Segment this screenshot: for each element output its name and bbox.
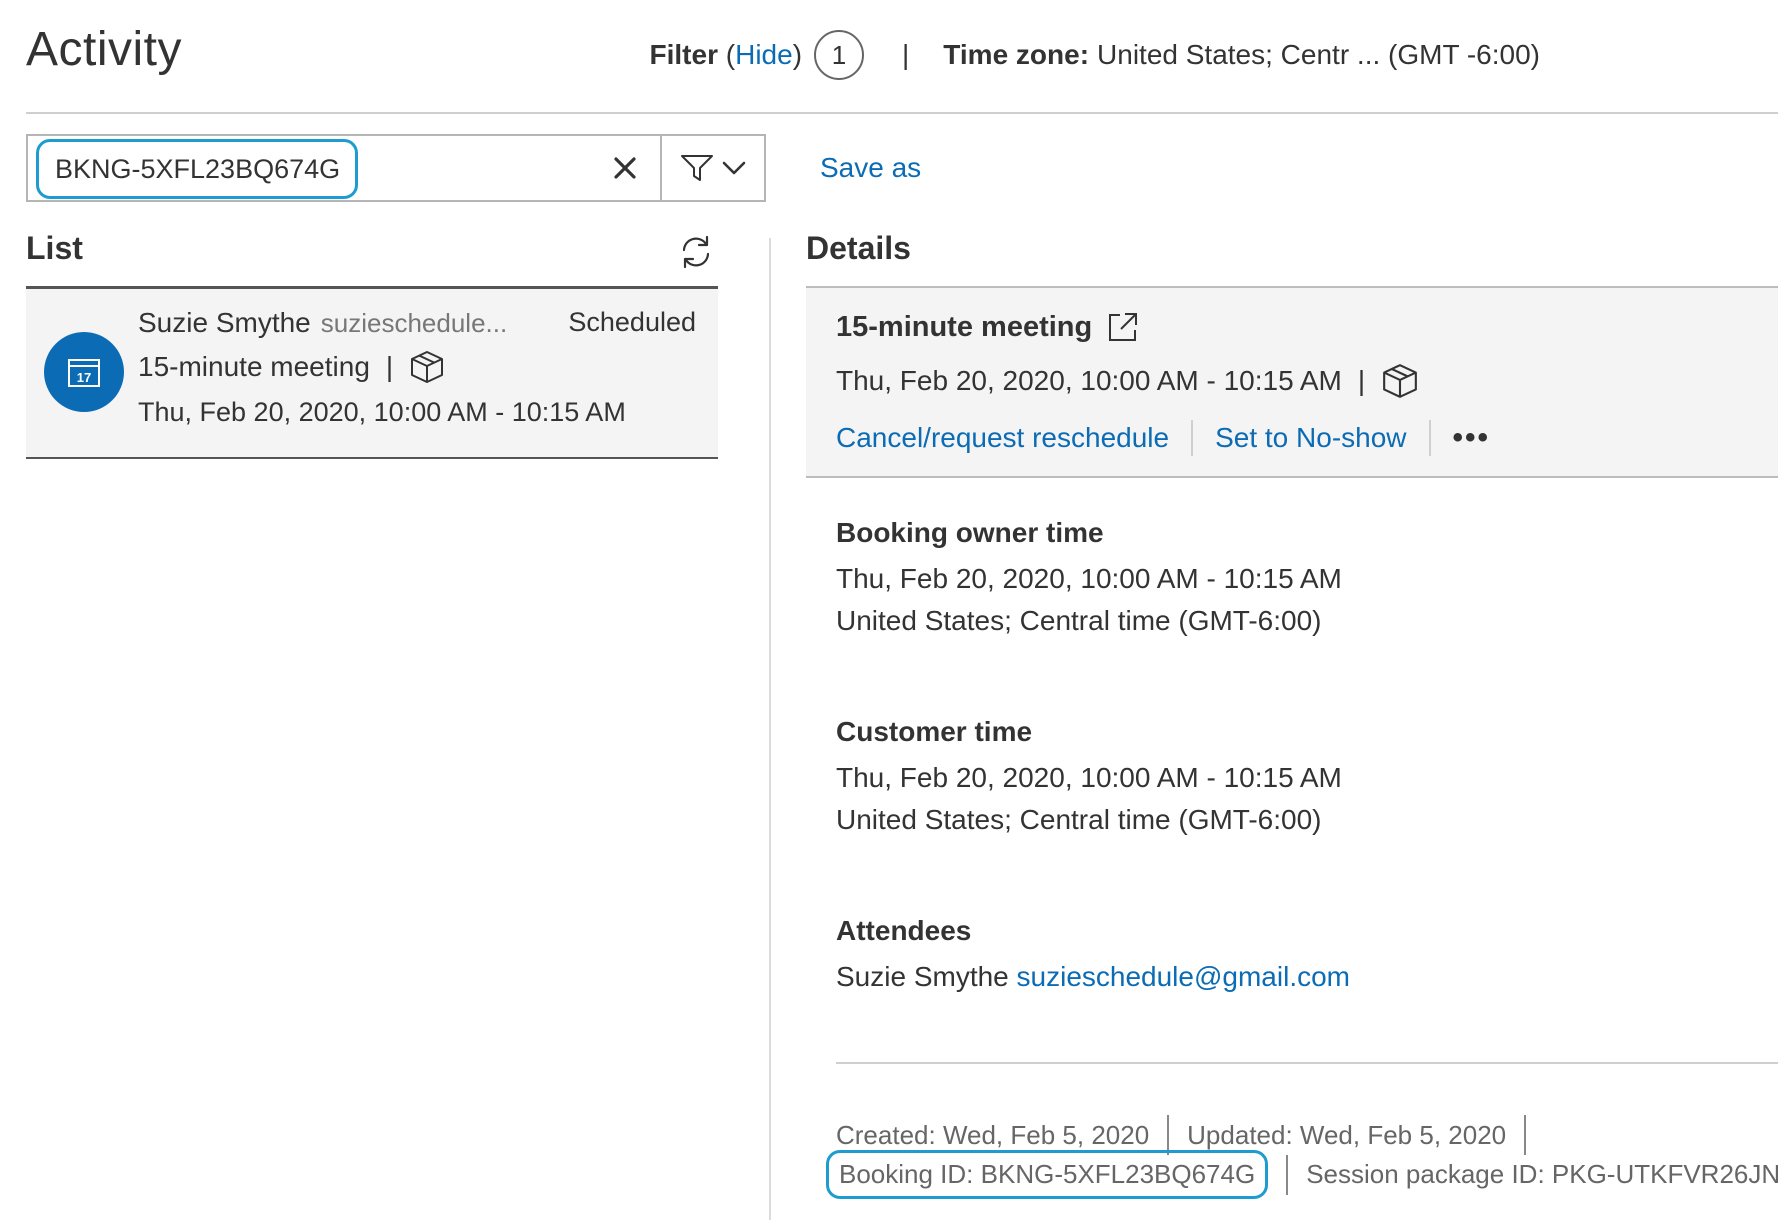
filter-icon <box>681 155 713 181</box>
status-badge: Scheduled <box>568 307 696 337</box>
refresh-icon <box>682 235 710 269</box>
booking-id: Booking ID: BKNG-5XFL23BQ674G <box>826 1150 1269 1199</box>
timezone-value[interactable]: United States; Centr ... (GMT -6:00) <box>1097 39 1540 71</box>
list-item-email: suzieschedule... <box>320 308 508 338</box>
footer-separator <box>1524 1115 1527 1155</box>
search-box <box>26 134 766 202</box>
search-value-wrap <box>28 136 590 200</box>
customer-time-heading: Customer time <box>836 716 1033 747</box>
created-date: Created: Wed, Feb 5, 2020 <box>836 1119 1150 1150</box>
list-item-separator: | <box>385 351 394 382</box>
calendar-day: 17 <box>77 370 91 385</box>
panel-divider <box>769 238 771 1220</box>
details-header: 15-minute meeting Thu, Feb 20, 2020, 10:… <box>806 288 1778 478</box>
filter-toggle[interactable]: (Hide) <box>718 39 802 71</box>
chevron-down-icon <box>722 161 746 175</box>
details-title: Details <box>806 230 911 266</box>
footer-separator <box>1286 1154 1289 1195</box>
session-package-id: Session package ID: PKG-UTKFVR26JN <box>1306 1159 1778 1189</box>
details-date-row: Thu, Feb 20, 2020, 10:00 AM - 10:15 AM | <box>836 362 1419 400</box>
customer-time-zone: United States; Central time (GMT-6:00) <box>836 804 1322 835</box>
details-meeting-title-row: 15-minute meeting <box>836 310 1140 344</box>
more-actions-button[interactable]: ••• <box>1453 421 1491 455</box>
footer-ids: Booking ID: BKNG-5XFL23BQ674G Session pa… <box>826 1150 1778 1199</box>
timezone-label: Time zone: <box>943 39 1090 70</box>
avatar: 17 <box>44 332 124 412</box>
cancel-reschedule-link[interactable]: Cancel/request reschedule <box>836 422 1169 454</box>
list-item-name: Suzie Smythe <box>138 307 311 338</box>
external-link-icon[interactable] <box>1106 310 1140 344</box>
close-icon <box>614 157 636 179</box>
header-separator: | <box>902 39 910 70</box>
details-date: Thu, Feb 20, 2020, 10:00 AM - 10:15 AM <box>836 365 1342 396</box>
attendees-section: Attendees Suzie Smythe suzieschedule@gma… <box>836 915 1350 993</box>
list-item-meeting: 15-minute meeting <box>138 351 370 382</box>
filter-label: Filter <box>649 39 718 70</box>
list-item-name-row: Suzie Smythe suzieschedule... <box>138 307 507 339</box>
action-separator <box>1191 420 1194 456</box>
top-bar: Filter (Hide) 1 | Time zone: United Stat… <box>650 30 1540 80</box>
owner-time-heading: Booking owner time <box>836 517 1104 548</box>
owner-time-zone: United States; Central time (GMT-6:00) <box>836 605 1322 636</box>
owner-time-date: Thu, Feb 20, 2020, 10:00 AM - 10:15 AM <box>836 563 1342 594</box>
filter-hide-link[interactable]: Hide <box>735 39 793 70</box>
list-item-date: Thu, Feb 20, 2020, 10:00 AM - 10:15 AM <box>138 397 626 427</box>
details-separator: | <box>1357 365 1366 396</box>
list-item[interactable]: 17 Suzie Smythe suzieschedule... Schedule… <box>26 289 718 459</box>
filter-count-badge: 1 <box>814 30 865 80</box>
footer-separator <box>1167 1115 1170 1155</box>
page-title: Activity <box>26 23 183 76</box>
customer-time-date: Thu, Feb 20, 2020, 10:00 AM - 10:15 AM <box>836 762 1342 793</box>
attendee-email-link[interactable]: suzieschedule@gmail.com <box>1017 961 1350 992</box>
filter-dropdown-button[interactable] <box>660 136 764 200</box>
attendee-name: Suzie Smythe <box>836 961 1009 992</box>
package-icon <box>1383 364 1418 398</box>
clear-search-button[interactable] <box>590 136 660 200</box>
footer-divider <box>836 1062 1778 1064</box>
list-title: List <box>26 230 83 266</box>
package-icon <box>411 351 444 383</box>
footer-dates: Created: Wed, Feb 5, 2020 Updated: Wed, … <box>836 1115 1544 1155</box>
save-as-link[interactable]: Save as <box>820 152 921 184</box>
attendees-heading: Attendees <box>836 915 972 946</box>
action-separator <box>1428 420 1431 456</box>
details-actions: Cancel/request reschedule Set to No-show… <box>836 420 1490 456</box>
search-input[interactable] <box>36 139 358 199</box>
customer-time-section: Customer time Thu, Feb 20, 2020, 10:00 A… <box>836 716 1342 836</box>
refresh-button[interactable] <box>678 234 714 270</box>
no-show-link[interactable]: Set to No-show <box>1215 422 1406 454</box>
attendee-row: Suzie Smythe suzieschedule@gmail.com <box>836 961 1350 993</box>
details-meeting-title: 15-minute meeting <box>836 310 1093 343</box>
updated-date: Updated: Wed, Feb 5, 2020 <box>1187 1119 1507 1150</box>
calendar-icon: 17 <box>68 359 100 387</box>
owner-time-section: Booking owner time Thu, Feb 20, 2020, 10… <box>836 517 1342 637</box>
header-divider <box>26 112 1778 114</box>
list-item-meeting-row: 15-minute meeting | <box>138 349 445 385</box>
